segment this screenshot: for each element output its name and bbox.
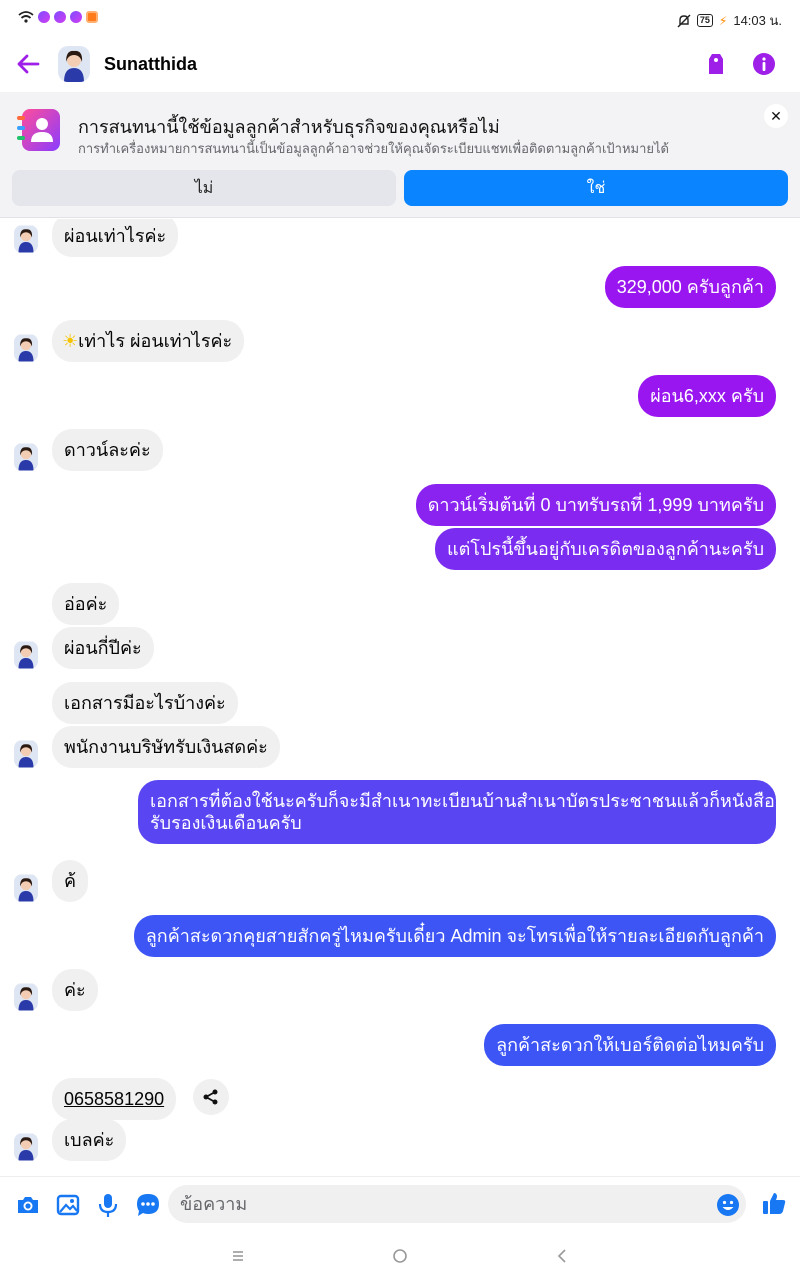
outgoing-message[interactable]: แต่โปรนี้ขึ้นอยู่กับเครดิตของลูกค้านะครั… xyxy=(435,528,776,570)
mute-bell-icon xyxy=(677,14,691,27)
banner-title: การสนทนานี้ใช้ข้อมูลลูกค้าสำหรับธุรกิจขอ… xyxy=(78,117,500,137)
message-input[interactable] xyxy=(168,1185,746,1223)
system-navigation-bar xyxy=(0,1232,800,1280)
share-button[interactable] xyxy=(193,1079,229,1115)
status-bar: 75 ⚡ 14:03 น. xyxy=(0,0,800,36)
sender-avatar[interactable] xyxy=(14,641,38,669)
home-icon[interactable] xyxy=(388,1244,412,1268)
customer-data-banner: การสนทนานี้ใช้ข้อมูลลูกค้าสำหรับธุรกิจขอ… xyxy=(0,92,800,218)
menu-icon[interactable] xyxy=(226,1244,250,1268)
phone-number-message[interactable]: 0658581290 xyxy=(52,1078,177,1120)
sender-avatar[interactable] xyxy=(14,443,38,471)
sender-avatar[interactable] xyxy=(14,983,38,1011)
sun-emoji-icon: ☀ xyxy=(62,331,79,351)
sender-avatar[interactable] xyxy=(14,225,38,253)
outgoing-message[interactable]: ลูกค้าสะดวกให้เบอร์ติดต่อไหมครับ xyxy=(484,1024,776,1066)
messenger-notification-icon xyxy=(38,11,50,23)
yes-button[interactable]: ใช่ xyxy=(404,170,788,206)
incoming-message[interactable]: พนักงานบริษัทรับเงินสดค่ะ xyxy=(52,726,280,768)
sender-avatar[interactable] xyxy=(14,1133,38,1161)
avatar[interactable] xyxy=(58,46,90,82)
microphone-icon[interactable] xyxy=(94,1191,122,1219)
incoming-message[interactable]: เอกสารมีอะไรบ้างค่ะ xyxy=(52,682,238,724)
emoji-icon[interactable] xyxy=(716,1193,740,1217)
outgoing-message[interactable]: ผ่อน6,xxx ครับ xyxy=(638,375,776,417)
incoming-message[interactable]: ผ่อนเท่าไรค่ะ xyxy=(52,219,179,257)
incoming-message[interactable]: ค่ะ xyxy=(52,969,98,1011)
outgoing-message[interactable]: ดาวน์เริ่มต้นที่ 0 บาทรับรถที่ 1,999 บาท… xyxy=(415,484,776,526)
sender-avatar[interactable] xyxy=(14,874,38,902)
incoming-message[interactable]: อ่อค่ะ xyxy=(52,583,120,625)
back-icon[interactable] xyxy=(550,1244,574,1268)
chat-header: Sunatthida xyxy=(0,36,800,92)
thumbs-up-icon[interactable] xyxy=(760,1189,788,1217)
phone-number-link[interactable]: 0658581290 xyxy=(64,1089,164,1109)
message-composer xyxy=(0,1176,800,1232)
messenger-notification-icon xyxy=(54,11,66,23)
battery-level: 75 xyxy=(696,14,713,27)
incoming-message[interactable]: ค้ xyxy=(52,860,89,902)
tag-icon[interactable] xyxy=(702,50,730,78)
incoming-message[interactable]: ☀เท่าไร ผ่อนเท่าไรค่ะ xyxy=(52,320,245,362)
app-notification-icon xyxy=(86,11,98,23)
status-icons-right: 75 ⚡ 14:03 น. xyxy=(677,10,782,31)
close-icon: ✕ xyxy=(770,107,782,124)
gallery-icon[interactable] xyxy=(54,1191,82,1219)
sender-avatar[interactable] xyxy=(14,334,38,362)
incoming-message[interactable]: ดาวน์ละค่ะ xyxy=(52,429,163,471)
incoming-message[interactable]: ผ่อนกี่ปีค่ะ xyxy=(52,627,154,669)
clock: 14:03 น. xyxy=(733,13,782,28)
info-icon[interactable] xyxy=(750,50,778,78)
wifi-icon xyxy=(18,11,34,23)
outgoing-message[interactable]: ลูกค้าสะดวกคุยสายสักครู่ไหมครับเดี๋ยว Ad… xyxy=(133,915,776,957)
outgoing-message[interactable]: เอกสารที่ต้องใช้นะครับก็จะมีสำเนาทะเบียน… xyxy=(138,780,776,844)
outgoing-message[interactable]: 329,000 ครับลูกค้า xyxy=(604,266,776,308)
no-button[interactable]: ไม่ xyxy=(12,170,396,206)
incoming-message[interactable]: เบลค่ะ xyxy=(52,1119,127,1161)
close-banner-button[interactable]: ✕ xyxy=(764,104,788,128)
messenger-notification-icon xyxy=(70,11,82,23)
status-icons-left xyxy=(18,10,98,24)
sender-avatar[interactable] xyxy=(14,740,38,768)
message-list[interactable]: ผ่อนเท่าไรค่ะ 329,000 ครับลูกค้า ☀เท่าไร… xyxy=(0,219,800,1174)
camera-icon[interactable] xyxy=(14,1191,42,1219)
back-arrow-icon[interactable] xyxy=(14,50,42,78)
contact-name[interactable]: Sunatthida xyxy=(104,54,197,75)
chat-bubble-icon[interactable] xyxy=(134,1191,162,1219)
contact-book-icon xyxy=(17,109,60,151)
charging-icon: ⚡ xyxy=(718,13,728,28)
share-icon xyxy=(203,1089,218,1105)
banner-subtitle: การทำเครื่องหมายการสนทนานี้เป็นข้อมูลลูก… xyxy=(78,141,669,156)
